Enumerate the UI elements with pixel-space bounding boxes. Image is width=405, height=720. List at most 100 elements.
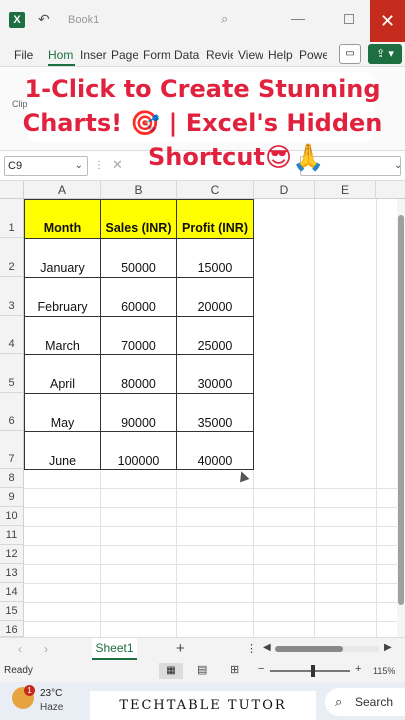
row-header[interactable]: 2 (0, 238, 24, 277)
table-cell[interactable]: 35000 (176, 393, 254, 432)
column-header-a[interactable]: A (24, 181, 101, 199)
row-header[interactable]: 6 (0, 393, 24, 431)
table-cell[interactable]: April (24, 354, 101, 394)
table-header-sales[interactable]: Sales (INR) (100, 199, 177, 239)
table-header-month[interactable]: Month (24, 199, 101, 239)
mouse-pointer-icon (236, 469, 250, 483)
status-bar: Ready ▦ ▤ ⊞ − + 115% (0, 660, 405, 682)
tab-power[interactable]: Powe (299, 48, 327, 62)
taskbar: 1 23°C Haze TECHTABLE TUTOR ⌕ Search (0, 682, 405, 720)
page-layout-view-icon[interactable]: ▤ (197, 663, 207, 676)
tab-home[interactable]: Hom (48, 48, 75, 66)
zoom-level[interactable]: 115% (373, 666, 395, 676)
row-header[interactable]: 7 (0, 431, 24, 469)
table-cell[interactable]: 40000 (176, 431, 254, 470)
scroll-right-icon[interactable]: ▶ (384, 642, 392, 653)
share-button[interactable]: ⇪ ▾ (368, 44, 402, 64)
table-cell[interactable]: May (24, 393, 101, 432)
channel-watermark: TECHTABLE TUTOR (90, 691, 316, 720)
video-headline: 1-Click to Create Stunning Charts! 🎯 | E… (0, 72, 405, 175)
tab-help[interactable]: Help (268, 48, 293, 62)
undo-icon[interactable]: ↶ (38, 11, 50, 28)
table-cell[interactable]: 100000 (100, 431, 177, 470)
row-header[interactable]: 5 (0, 354, 24, 393)
minimize-button[interactable]: — (291, 10, 305, 26)
tab-formulas[interactable]: Form (143, 48, 170, 62)
horizontal-scroll-thumb[interactable] (275, 646, 343, 652)
table-cell[interactable]: 70000 (100, 316, 177, 355)
column-header-b[interactable]: B (101, 181, 177, 199)
chevron-right-icon[interactable]: › (44, 642, 48, 656)
vertical-scroll-thumb[interactable] (398, 215, 404, 605)
row-header[interactable]: 14 (0, 583, 24, 602)
more-icon[interactable]: ⋮ (246, 642, 257, 655)
workbook-title: Book1 (68, 14, 100, 26)
row-header[interactable]: 13 (0, 564, 24, 583)
table-cell[interactable]: 50000 (100, 238, 177, 278)
column-header-e[interactable]: E (315, 181, 376, 199)
tab-view[interactable]: View (238, 48, 263, 62)
row-header[interactable]: 15 (0, 602, 24, 621)
zoom-slider-thumb[interactable] (311, 665, 315, 677)
worksheet-grid[interactable]: A B C D E 1 2 3 4 5 6 7 8 9 10 11 12 13 … (0, 181, 405, 637)
column-headers: A B C D E (0, 181, 405, 199)
scroll-left-icon[interactable]: ◀ (263, 642, 271, 653)
row-header[interactable]: 9 (0, 488, 24, 507)
select-all-corner[interactable] (0, 181, 24, 199)
sunglasses-emoji-icon: 😎 (264, 143, 293, 173)
headline-line-2: Charts! 🎯 | Excel's Hidden (22, 109, 383, 137)
row-header[interactable]: 10 (0, 507, 24, 526)
page-break-view-icon[interactable]: ⊞ (230, 663, 239, 676)
table-cell[interactable]: March (24, 316, 101, 355)
column-header-c[interactable]: C (177, 181, 254, 199)
normal-view-icon[interactable]: ▦ (159, 663, 183, 679)
row-header[interactable]: 4 (0, 316, 24, 354)
sheet-tab-sheet1[interactable]: Sheet1 (92, 638, 137, 660)
vertical-scrollbar[interactable] (397, 199, 405, 637)
comments-button[interactable]: ▭ (339, 44, 361, 64)
row-header[interactable]: 8 (0, 469, 24, 488)
table-cell[interactable]: 15000 (176, 238, 254, 278)
chevron-left-icon[interactable]: ‹ (18, 642, 22, 656)
headline-line-3: Shortcut😎🙏 (0, 140, 405, 175)
row-header[interactable]: 12 (0, 545, 24, 564)
zoom-slider[interactable] (270, 665, 350, 677)
ribbon-tabs: File Hom Inser Page Form Data Revie View… (0, 42, 405, 67)
search-icon[interactable]: ⌕ (221, 11, 228, 27)
weather-temperature: 23°C (40, 688, 63, 699)
horizontal-scrollbar[interactable] (275, 646, 379, 652)
tab-review[interactable]: Revie (206, 48, 233, 62)
row-header[interactable]: 16 (0, 621, 24, 637)
table-header-profit[interactable]: Profit (INR) (176, 199, 254, 239)
zoom-in-button[interactable]: + (355, 663, 361, 675)
table-cell[interactable]: June (24, 431, 101, 470)
row-header[interactable]: 11 (0, 526, 24, 545)
tab-insert[interactable]: Inser (80, 48, 107, 62)
search-icon: ⌕ (335, 694, 343, 709)
table-cell[interactable]: January (24, 238, 101, 278)
add-sheet-button[interactable]: + (176, 640, 185, 657)
table-cell[interactable]: February (24, 277, 101, 317)
title-bar: X ↶ Book1 ⌕ — ✕ (0, 0, 405, 42)
column-header-d[interactable]: D (254, 181, 315, 199)
zoom-out-button[interactable]: − (258, 663, 264, 675)
taskbar-search-label: Search (355, 695, 394, 709)
praying-hands-emoji-icon: 🙏 (292, 143, 325, 173)
table-cell[interactable]: 60000 (100, 277, 177, 317)
row-header[interactable]: 3 (0, 277, 24, 316)
tab-page-layout[interactable]: Page (111, 48, 138, 62)
table-cell[interactable]: 30000 (176, 354, 254, 394)
row-header[interactable]: 1 (0, 199, 24, 238)
table-cell[interactable]: 90000 (100, 393, 177, 432)
close-button[interactable]: ✕ (370, 0, 405, 42)
tab-data[interactable]: Data (174, 48, 201, 62)
notification-badge: 1 (24, 685, 35, 696)
table-cell[interactable]: 25000 (176, 316, 254, 355)
sheet-tab-bar: ‹ › Sheet1 + ⋮ ◀ ▶ (0, 637, 405, 660)
headline-line-1: 1-Click to Create Stunning (24, 75, 381, 103)
maximize-button[interactable] (344, 14, 354, 24)
table-cell[interactable]: 80000 (100, 354, 177, 394)
tab-file[interactable]: File (14, 48, 34, 62)
table-cell[interactable]: 20000 (176, 277, 254, 317)
taskbar-search[interactable]: ⌕ Search (325, 688, 405, 716)
